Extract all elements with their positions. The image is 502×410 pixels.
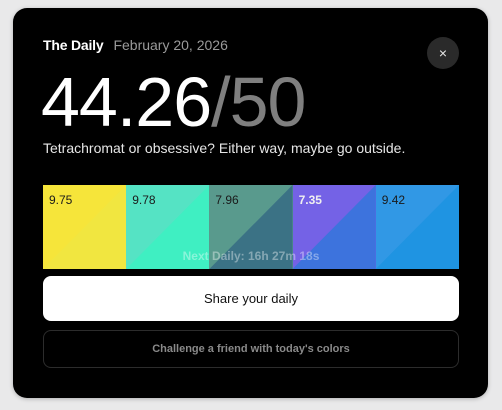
brand-title: The Daily bbox=[43, 37, 104, 53]
score-value: 44.26 bbox=[41, 63, 212, 141]
results-card: The Daily February 20, 2026 × 44.26/50 T… bbox=[13, 8, 488, 398]
result-tagline: Tetrachromat or obsessive? Either way, m… bbox=[43, 140, 406, 156]
swatch-score: 7.96 bbox=[215, 193, 239, 207]
total-score: 44.26/50 bbox=[41, 60, 306, 144]
card-header: The Daily February 20, 2026 bbox=[43, 37, 228, 53]
swatch-score: 9.78 bbox=[132, 193, 156, 207]
score-max: 50 bbox=[229, 63, 307, 141]
color-swatch: 7.96 bbox=[209, 185, 293, 269]
share-button[interactable]: Share your daily bbox=[43, 276, 459, 321]
color-swatch: 9.42 bbox=[375, 185, 459, 269]
swatch-score: 9.42 bbox=[381, 193, 406, 207]
color-swatch: 9.78 bbox=[126, 185, 210, 269]
close-button[interactable]: × bbox=[427, 37, 459, 69]
color-swatch: 7.35 bbox=[292, 185, 376, 269]
swatch-score: 7.35 bbox=[298, 193, 322, 207]
color-swatch: 9.75 bbox=[43, 185, 127, 269]
color-swatches: 9.75 9.78 7.96 7.35 9.42 Next Daily: 16h 27m … bbox=[43, 185, 459, 269]
challenge-friend-button[interactable]: Challenge a friend with today's colors bbox=[43, 330, 459, 368]
swatch-score: 9.75 bbox=[49, 193, 73, 207]
close-icon: × bbox=[438, 45, 448, 61]
puzzle-date: February 20, 2026 bbox=[113, 37, 228, 53]
score-separator: / bbox=[211, 63, 230, 141]
